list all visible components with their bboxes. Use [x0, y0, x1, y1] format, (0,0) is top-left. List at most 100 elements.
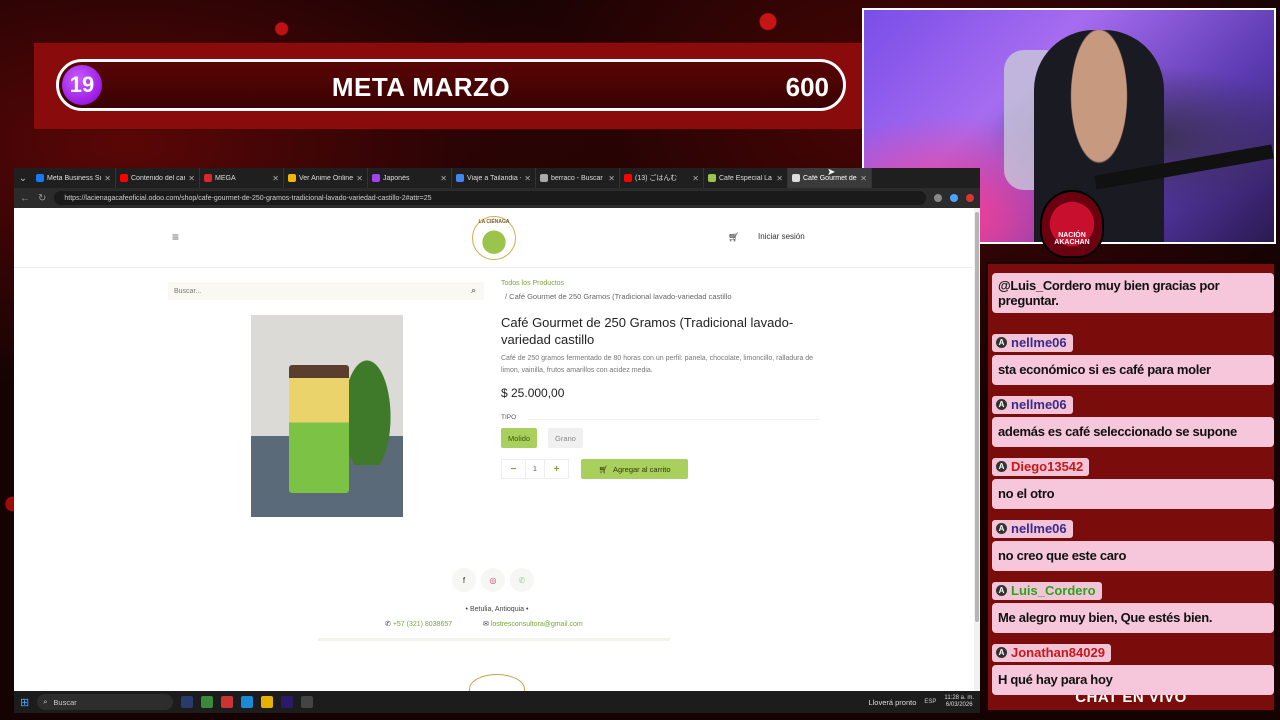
- chat-message-text: H qué hay para hoy: [992, 664, 1274, 695]
- tab-label: Cafe Especial La Cie: [719, 174, 773, 182]
- tab-favicon-icon: [792, 174, 800, 182]
- tab-label: Ver Anime Online -: [299, 174, 354, 182]
- mouse-cursor-icon: ➤: [827, 167, 836, 178]
- taskbar-search-label: Buscar: [53, 697, 77, 707]
- chat-username-text: Luis_Cordero: [1011, 583, 1096, 598]
- user-avatar-icon: A: [996, 647, 1007, 658]
- extension-icon[interactable]: [966, 194, 974, 202]
- premiere-icon[interactable]: [281, 696, 294, 708]
- address-bar: ← ↻ https://lacienagacafeoficial.odoo.co…: [14, 188, 980, 208]
- tab-close-icon[interactable]: ✕: [860, 174, 867, 183]
- browser-tab[interactable]: Meta Business Suite✕: [32, 168, 116, 188]
- footer-phone-text: +57 (321) 8038657: [392, 621, 453, 628]
- tab-close-icon[interactable]: ✕: [272, 174, 279, 183]
- extension-icon[interactable]: [950, 194, 958, 202]
- quantity-stepper: − 1 +: [501, 459, 569, 479]
- tab-close-icon[interactable]: ✕: [188, 174, 195, 183]
- site-logo[interactable]: LA CIÉNAGA: [472, 216, 516, 260]
- site-header: ≡ LA CIÉNAGA 🛒︎ Iniciar sesión: [14, 208, 980, 268]
- instagram-icon[interactable]: ◎: [481, 568, 505, 592]
- whatsapp-icon[interactable]: ✆: [510, 568, 534, 592]
- tab-close-icon[interactable]: ✕: [776, 174, 783, 183]
- tab-favicon-icon: [624, 174, 632, 182]
- extension-icon[interactable]: [934, 194, 942, 202]
- page-scrollbar[interactable]: [974, 208, 980, 691]
- user-avatar-icon: A: [996, 523, 1007, 534]
- footer-phone[interactable]: ✆ +57 (321) 8038657: [385, 620, 452, 628]
- cart-icon[interactable]: 🛒︎: [728, 232, 739, 243]
- back-arrow-icon[interactable]: ←: [20, 193, 30, 204]
- breadcrumb-all-products[interactable]: Todos los Productos: [501, 280, 564, 287]
- plus-icon[interactable]: +: [544, 459, 569, 479]
- language-indicator[interactable]: ESP: [924, 699, 936, 705]
- scrollbar-thumb[interactable]: [975, 212, 979, 622]
- search-input[interactable]: [174, 287, 454, 295]
- chat-message: @Luis_Cordero muy bien gracias por pregun…: [992, 270, 1274, 313]
- windows-start-icon[interactable]: ⊞: [20, 696, 29, 709]
- product-image[interactable]: [251, 315, 403, 517]
- chat-text-line: Me alegro muy bien, Que estés bien.: [998, 610, 1213, 625]
- reload-icon[interactable]: ↻: [38, 193, 46, 204]
- app-icon[interactable]: [301, 696, 314, 708]
- search-icon: ⌕: [43, 697, 48, 706]
- browser-tab[interactable]: Ver Anime Online - ✕: [284, 168, 368, 188]
- url-field[interactable]: https://lacienagacafeoficial.odoo.com/sh…: [54, 191, 926, 205]
- chat-message-text: no el otro: [992, 478, 1274, 509]
- chat-message-text: no creo que este caro: [992, 540, 1274, 571]
- tab-close-icon[interactable]: ✕: [524, 174, 531, 183]
- browser-tab[interactable]: Cafe Especial La Cie✕: [704, 168, 788, 188]
- app-icon[interactable]: [201, 696, 214, 708]
- chat-message: A Luis_Cordero Me alegro muy bien, Que est…: [992, 580, 1274, 633]
- system-clock[interactable]: 11:28 a. m. 6/03/2026: [944, 695, 974, 709]
- chat-message: Anellme06 sta económico si es café para m…: [992, 332, 1274, 385]
- browser-tab[interactable]: MEGA ✕: [200, 168, 284, 188]
- browser-tab[interactable]: Japonés ✕: [368, 168, 452, 188]
- login-link[interactable]: Iniciar sesión: [758, 232, 805, 241]
- tab-label: berraco - Buscar co: [551, 174, 605, 182]
- tab-close-icon[interactable]: ✕: [356, 174, 363, 183]
- browser-tab[interactable]: berraco - Buscar co✕: [536, 168, 620, 188]
- taskbar-search[interactable]: ⌕ Buscar: [37, 694, 174, 710]
- tab-close-icon[interactable]: ✕: [608, 174, 615, 183]
- product-price: $ 25.000,00: [501, 386, 565, 400]
- chat-username: Anellme06: [992, 519, 1073, 538]
- option-molido[interactable]: Molido: [501, 428, 538, 448]
- facebook-icon[interactable]: f: [452, 568, 476, 592]
- quantity-value[interactable]: 1: [526, 459, 544, 479]
- tab-favicon-icon: [36, 174, 44, 182]
- hamburger-menu-icon[interactable]: ≡: [172, 230, 179, 244]
- search-icon[interactable]: ⌕: [471, 285, 476, 296]
- tab-close-icon[interactable]: ✕: [440, 174, 447, 183]
- tab-list-chevron-icon[interactable]: ⌄: [14, 173, 32, 184]
- breadcrumb-current: / Café Gourmet de 250 Gramos (Tradiciona…: [505, 292, 732, 301]
- add-to-cart-button[interactable]: 🛒︎ Agregar al carrito: [581, 459, 688, 479]
- add-to-cart-label: Agregar al carrito: [613, 464, 671, 474]
- tab-favicon-icon: [288, 174, 296, 182]
- tab-label: Contenido del canal: [131, 174, 185, 182]
- tab-label: Japonés: [383, 174, 410, 182]
- photoshop-icon[interactable]: [181, 696, 194, 708]
- browser-tab[interactable]: Viaje a Tailandia - ✕: [452, 168, 536, 188]
- chat-message: A Diego13542 no el otro: [992, 456, 1274, 509]
- browser-tab[interactable]: (13) ごはんむ ✕: [620, 168, 704, 188]
- browser-tab[interactable]: Contenido del canal✕: [116, 168, 200, 188]
- user-avatar-icon: A: [996, 399, 1007, 410]
- option-grano[interactable]: Grano: [548, 428, 583, 448]
- footer-email[interactable]: ✉ lostresconsultora@gmail.com: [483, 620, 583, 628]
- chat-text-line: @Luis_Cordero muy bien gracias por: [998, 278, 1220, 293]
- chat-text-line: además es café seleccionado se supone: [998, 424, 1237, 439]
- footer-logo: [469, 674, 525, 691]
- app-icon[interactable]: [221, 696, 234, 708]
- weather-widget[interactable]: Lloverá pronto: [868, 698, 916, 707]
- divider: [528, 419, 820, 420]
- product-title: Café Gourmet de 250 Gramos (Tradicional …: [501, 315, 794, 347]
- tab-label: Meta Business Suite: [47, 174, 101, 182]
- folder-icon[interactable]: [261, 696, 274, 708]
- tab-close-icon[interactable]: ✕: [692, 174, 699, 183]
- minus-icon[interactable]: −: [501, 459, 526, 479]
- user-avatar-icon: A: [996, 585, 1007, 596]
- edge-icon[interactable]: [241, 696, 254, 708]
- cart-icon: 🛒︎: [598, 464, 608, 474]
- chat-message-text: @Luis_Cordero muy bien gracias por pregun…: [992, 273, 1274, 313]
- tab-close-icon[interactable]: ✕: [104, 174, 111, 183]
